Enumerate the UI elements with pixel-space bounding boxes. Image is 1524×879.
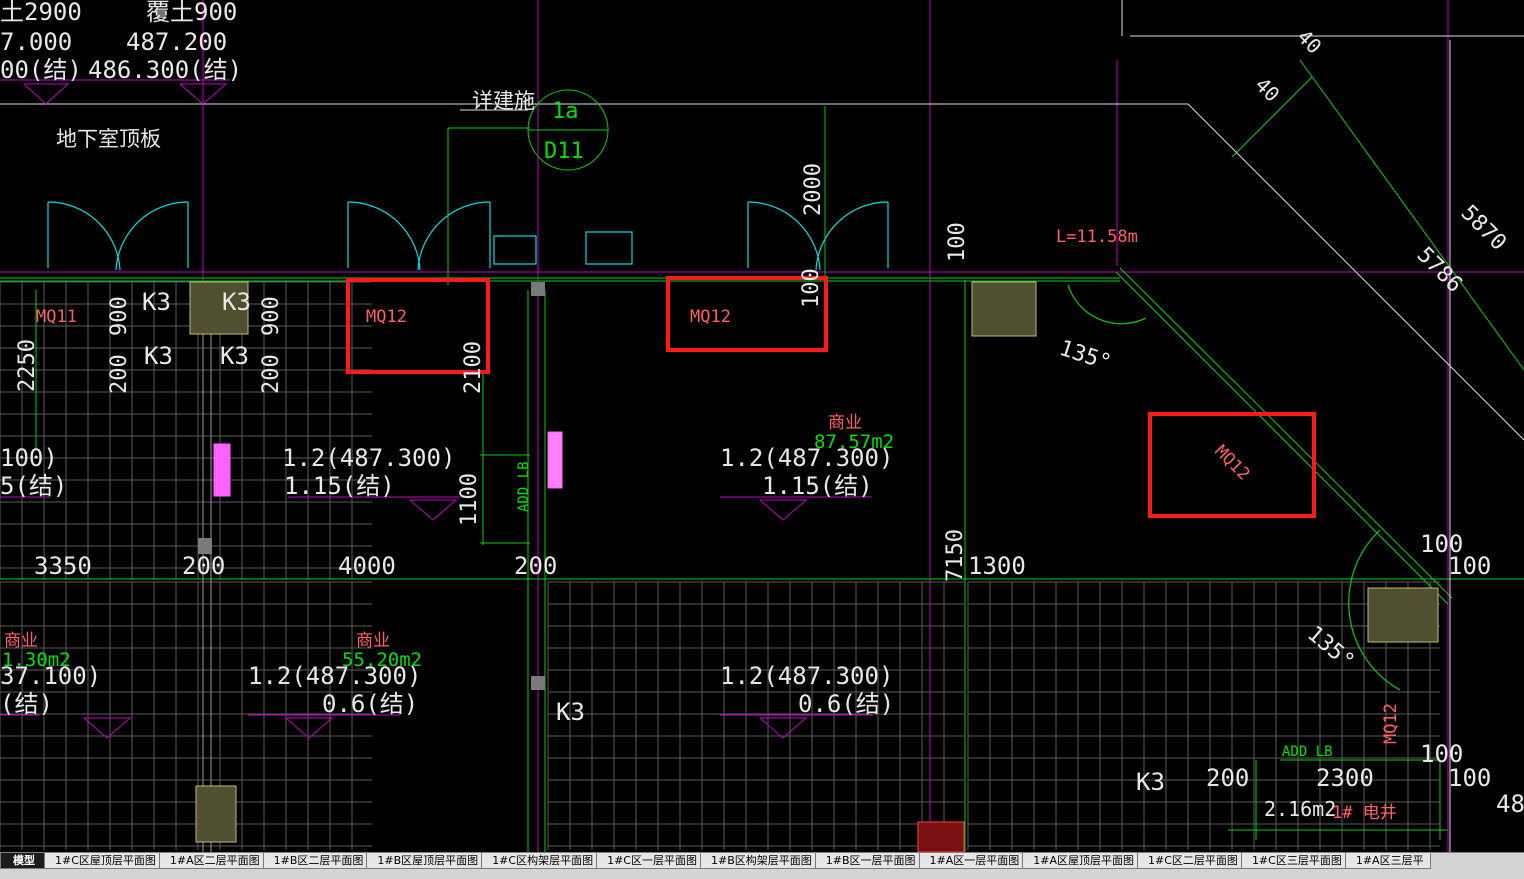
dimension-text: 900 <box>259 296 284 336</box>
dimension-text: 2300 <box>1316 764 1374 792</box>
elevation-label: 7.000 <box>0 28 72 56</box>
dimension-text: 100 <box>945 222 970 262</box>
dimension-text: 200 <box>1206 764 1249 792</box>
tab-layout[interactable]: 1#B区构架层平面图 <box>700 853 819 869</box>
elevation-label: 土2900 <box>0 0 82 26</box>
elevation-label: 487.200 <box>126 28 227 56</box>
level-label: 5(结) <box>0 472 67 500</box>
room-area: 55.20m2 <box>342 649 422 671</box>
tag-k3: K3 <box>556 698 585 726</box>
dimension-text: 200 <box>259 354 284 394</box>
dimension-text: 2250 <box>15 339 40 392</box>
dimension-text: 1300 <box>968 552 1026 580</box>
elevation-label: 覆土900 <box>146 0 237 26</box>
level-label: 100) <box>0 444 58 472</box>
dimension-text: 900 <box>107 296 132 336</box>
dimension-text: 2000 <box>801 163 826 216</box>
tab-layout[interactable]: 1#B区二层平面图 <box>262 853 371 869</box>
cad-drawing-canvas[interactable]: 土2900 7.000 00(结) 覆土900 487.200 486.300(… <box>0 0 1524 852</box>
level-label: 1.15(结) <box>284 472 395 500</box>
dimension-text: 100 <box>1448 764 1491 792</box>
tab-layout[interactable]: 1#C区构架层平面图 <box>481 853 601 869</box>
basement-roof-label: 地下室顶板 <box>56 127 161 151</box>
dimension-text: 200 <box>182 552 225 580</box>
tab-layout[interactable]: 1#A区二层平面图 <box>158 853 267 869</box>
dimension-text: 100 <box>1448 552 1491 580</box>
room-name: 商业 <box>4 631 38 651</box>
dimension-text: 4000 <box>338 552 396 580</box>
tag-k3: K3 <box>142 288 171 316</box>
tab-layout[interactable]: 1#B区屋顶层平面图 <box>366 853 486 869</box>
dimension-text: 200 <box>514 552 557 580</box>
elec-shaft-area: 2.16m2 <box>1264 797 1336 821</box>
tab-layout[interactable]: 1#A区一层平面图 <box>918 853 1027 869</box>
tab-layout[interactable]: 1#B区一层平面图 <box>814 853 923 869</box>
tab-layout[interactable]: 1#C区屋顶层平面图 <box>44 853 163 869</box>
elec-shaft-label: 1# 电井 <box>1332 803 1397 823</box>
tag-mq11: MQ11 <box>36 307 77 327</box>
elevation-label: 486.300(结) <box>88 56 242 84</box>
elevation-label: 00(结) <box>0 56 82 84</box>
dimension-text: 7150 <box>943 529 968 582</box>
tab-layout[interactable]: 1#C区二层平面图 <box>1137 853 1245 869</box>
level-label: 0.6(结) <box>798 690 894 718</box>
tab-layout[interactable]: 1#C区三层平面图 <box>1240 853 1349 869</box>
dimension-text: 48 <box>1496 790 1524 818</box>
detail-sheet: D11 <box>544 139 584 164</box>
room-name: 商业 <box>356 631 390 651</box>
see-arch-label: 详建施 <box>472 89 535 113</box>
tab-model[interactable]: 模型 <box>0 853 48 869</box>
detail-number: 1a <box>552 99 579 124</box>
add-lb-label: ADD LB <box>1282 744 1333 760</box>
level-label: (结) <box>0 690 53 718</box>
tag-k3: K3 <box>1136 768 1165 796</box>
room-name: 商业 <box>828 413 862 433</box>
level-label: 1.2(487.300) <box>720 662 893 690</box>
dimension-text: 3350 <box>34 552 92 580</box>
tag-mq12: MQ12 <box>690 307 731 327</box>
dimension-text: 2100 <box>461 341 486 394</box>
length-label: L=11.58m <box>1056 227 1138 247</box>
layout-tab-bar: 模型 1#C区屋顶层平面图 1#A区二层平面图 1#B区二层平面图 1#B区屋顶层平面图… <box>0 852 1524 879</box>
tab-layout[interactable]: 1#A区屋顶层平面图 <box>1022 853 1142 869</box>
tab-layout[interactable]: 1#C区一层平面图 <box>596 853 704 869</box>
tab-layout[interactable]: 1#A区三层平 <box>1344 853 1431 869</box>
dimension-text: 1100 <box>457 473 482 526</box>
tag-k3: K3 <box>222 288 251 316</box>
room-area: 87.57m2 <box>814 431 894 453</box>
add-lb-label: ADD LB <box>516 461 532 512</box>
tag-mq12: MQ12 <box>1381 703 1401 744</box>
dimension-text: 200 <box>107 354 132 394</box>
tag-mq12: MQ12 <box>366 307 407 327</box>
level-label: 1.15(结) <box>762 472 873 500</box>
tag-k3: K3 <box>144 342 173 370</box>
level-label: 1.2(487.300) <box>282 444 455 472</box>
room-area: 1.30m2 <box>2 649 71 671</box>
level-label: 0.6(结) <box>322 690 418 718</box>
dimension-text: 100 <box>799 268 824 308</box>
tag-k3: K3 <box>220 342 249 370</box>
